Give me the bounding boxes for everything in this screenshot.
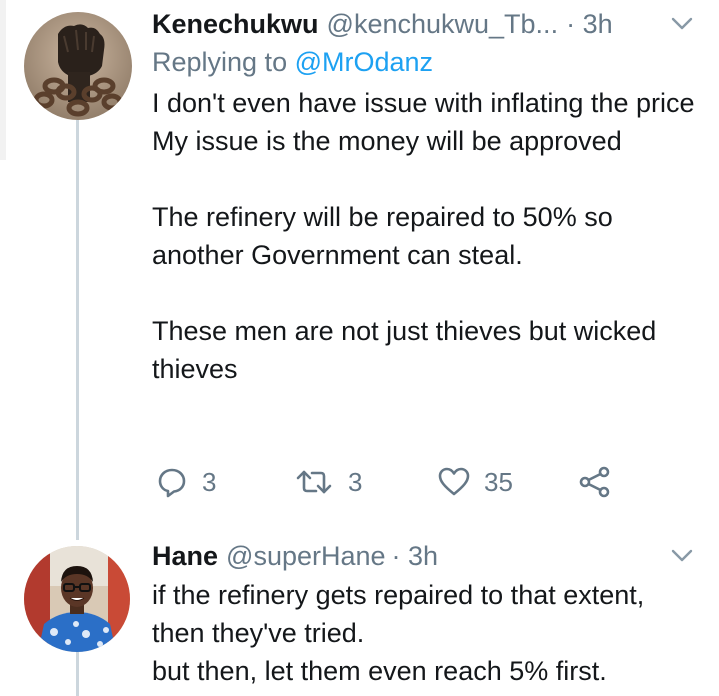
avatar-person-image <box>24 546 130 652</box>
avatar[interactable] <box>24 546 130 652</box>
retweet-count: 3 <box>348 466 363 497</box>
share-button[interactable] <box>578 462 612 502</box>
tweet-text: I don't even have issue with inflating t… <box>152 88 695 384</box>
like-count: 35 <box>484 466 513 497</box>
reply-icon <box>158 468 186 498</box>
thread-connector-bottom <box>76 652 79 696</box>
thread-connector <box>76 120 79 540</box>
retweet-icon <box>296 470 332 494</box>
heart-icon <box>438 467 470 496</box>
tweet[interactable]: Hane @superHane · 3h if the refinery get… <box>152 538 697 690</box>
avatar-fist-image <box>24 12 132 120</box>
timestamp[interactable]: · 3h <box>392 538 439 574</box>
reply-count: 3 <box>202 466 217 497</box>
chevron-down-icon[interactable] <box>667 9 697 39</box>
avatar[interactable] <box>24 12 132 120</box>
replying-to-label: Replying to <box>152 47 295 77</box>
retweet-button[interactable]: 3 <box>294 462 362 502</box>
replying-to: Replying to @MrOdanz <box>152 44 697 80</box>
chevron-down-icon[interactable] <box>667 541 697 571</box>
display-name[interactable]: Hane <box>152 538 218 574</box>
tweet-header: Kenechukwu @kenchukwu_Tb... · 3h <box>152 6 697 42</box>
tweet-header: Hane @superHane · 3h <box>152 538 697 574</box>
mention-link[interactable]: @MrOdanz <box>295 47 433 77</box>
share-icon <box>579 466 610 498</box>
tweet-actions: 3 3 35 <box>156 462 636 502</box>
timestamp[interactable]: · 3h <box>566 6 613 42</box>
display-name[interactable]: Kenechukwu <box>152 6 319 42</box>
left-divider <box>0 0 6 160</box>
user-handle[interactable]: @kenchukwu_Tb... <box>327 6 559 42</box>
tweet-text: if the refinery gets repaired to that ex… <box>152 580 645 686</box>
reply-button[interactable]: 3 <box>156 462 216 502</box>
like-button[interactable]: 35 <box>438 462 513 502</box>
user-handle[interactable]: @superHane <box>226 538 386 574</box>
tweet[interactable]: Kenechukwu @kenchukwu_Tb... · 3h Replyin… <box>152 6 697 388</box>
